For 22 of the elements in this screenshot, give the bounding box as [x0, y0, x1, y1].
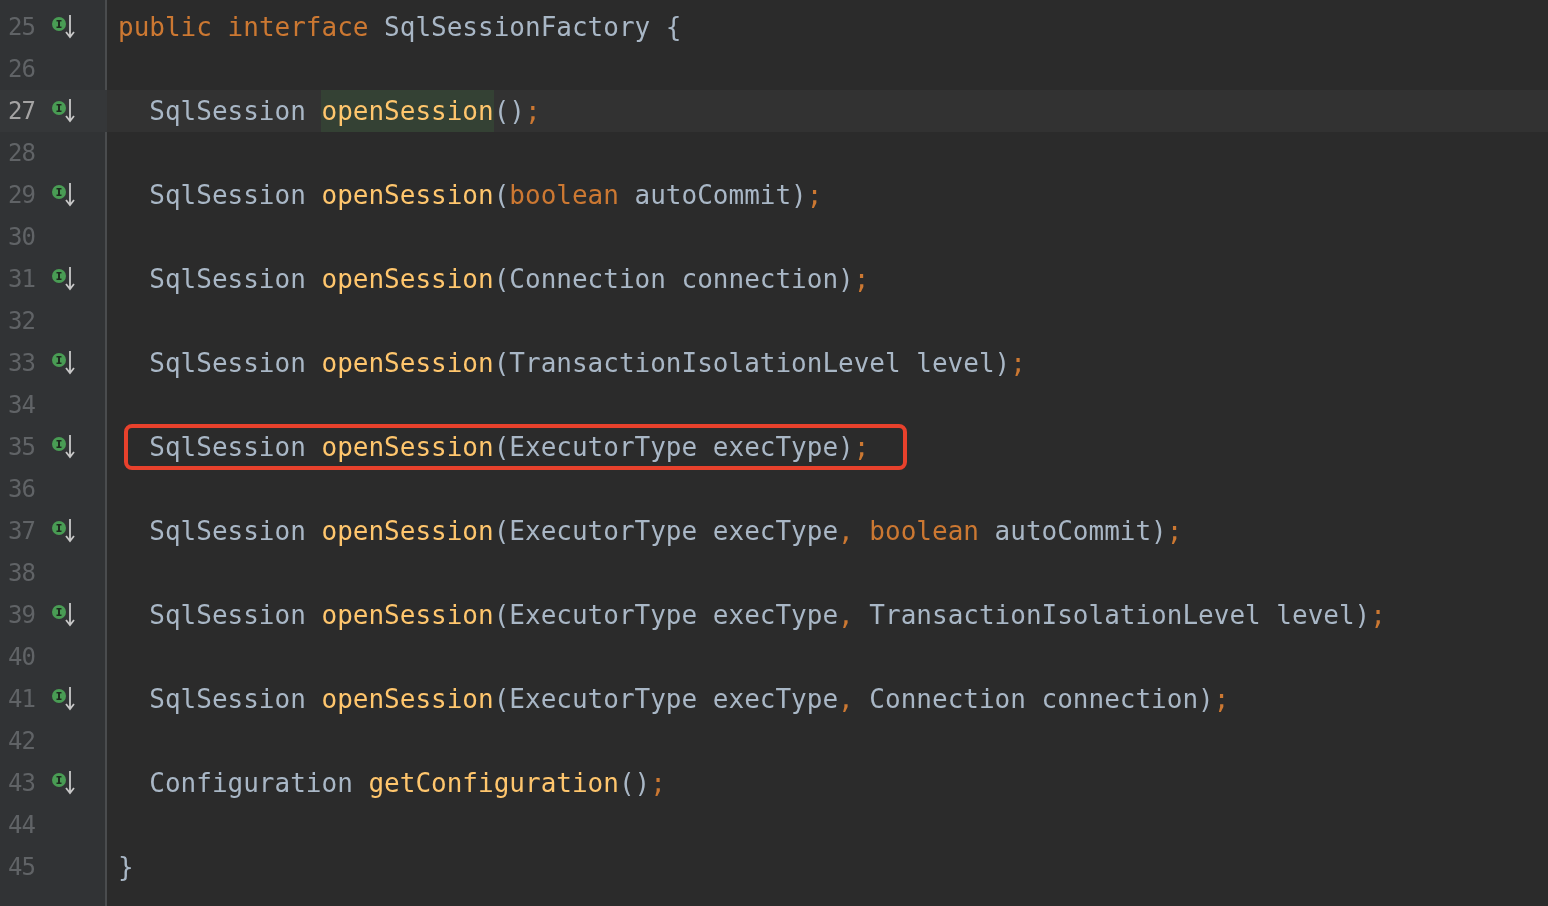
code-line: SqlSession openSession(Connection connection);	[149, 264, 870, 294]
implementation-marker-icon[interactable]	[51, 434, 77, 460]
code-line: SqlSession openSession(ExecutorType execType, TransactionIsolationLevel level);	[149, 600, 1386, 630]
code-line: Configuration getConfiguration();	[149, 768, 666, 798]
line-number: 27	[7, 97, 35, 125]
implementation-marker-icon[interactable]	[51, 182, 77, 208]
code-line: SqlSession openSession(ExecutorType execType);	[149, 432, 870, 462]
implementation-marker-icon[interactable]	[51, 518, 77, 544]
implementation-marker-icon[interactable]	[51, 350, 77, 376]
code-line: SqlSession openSession();	[149, 90, 541, 132]
implementation-marker-icon[interactable]	[51, 770, 77, 796]
implementation-marker-icon[interactable]	[51, 98, 77, 124]
code-line: SqlSession openSession(TransactionIsolationLevel level);	[149, 348, 1026, 378]
implementation-marker-icon[interactable]	[51, 686, 77, 712]
code-line: SqlSession openSession(ExecutorType execType, Connection connection);	[149, 684, 1230, 714]
code-line: public interface SqlSessionFactory {	[118, 12, 682, 42]
implementation-marker-icon[interactable]	[51, 602, 77, 628]
implementation-marker-icon[interactable]	[51, 14, 77, 40]
code-line: }	[118, 852, 134, 882]
code-line: SqlSession openSession(ExecutorType execType, boolean autoCommit);	[149, 516, 1183, 546]
code-line: SqlSession openSession(boolean autoCommit);	[149, 180, 823, 210]
implementation-marker-icon[interactable]	[51, 266, 77, 292]
